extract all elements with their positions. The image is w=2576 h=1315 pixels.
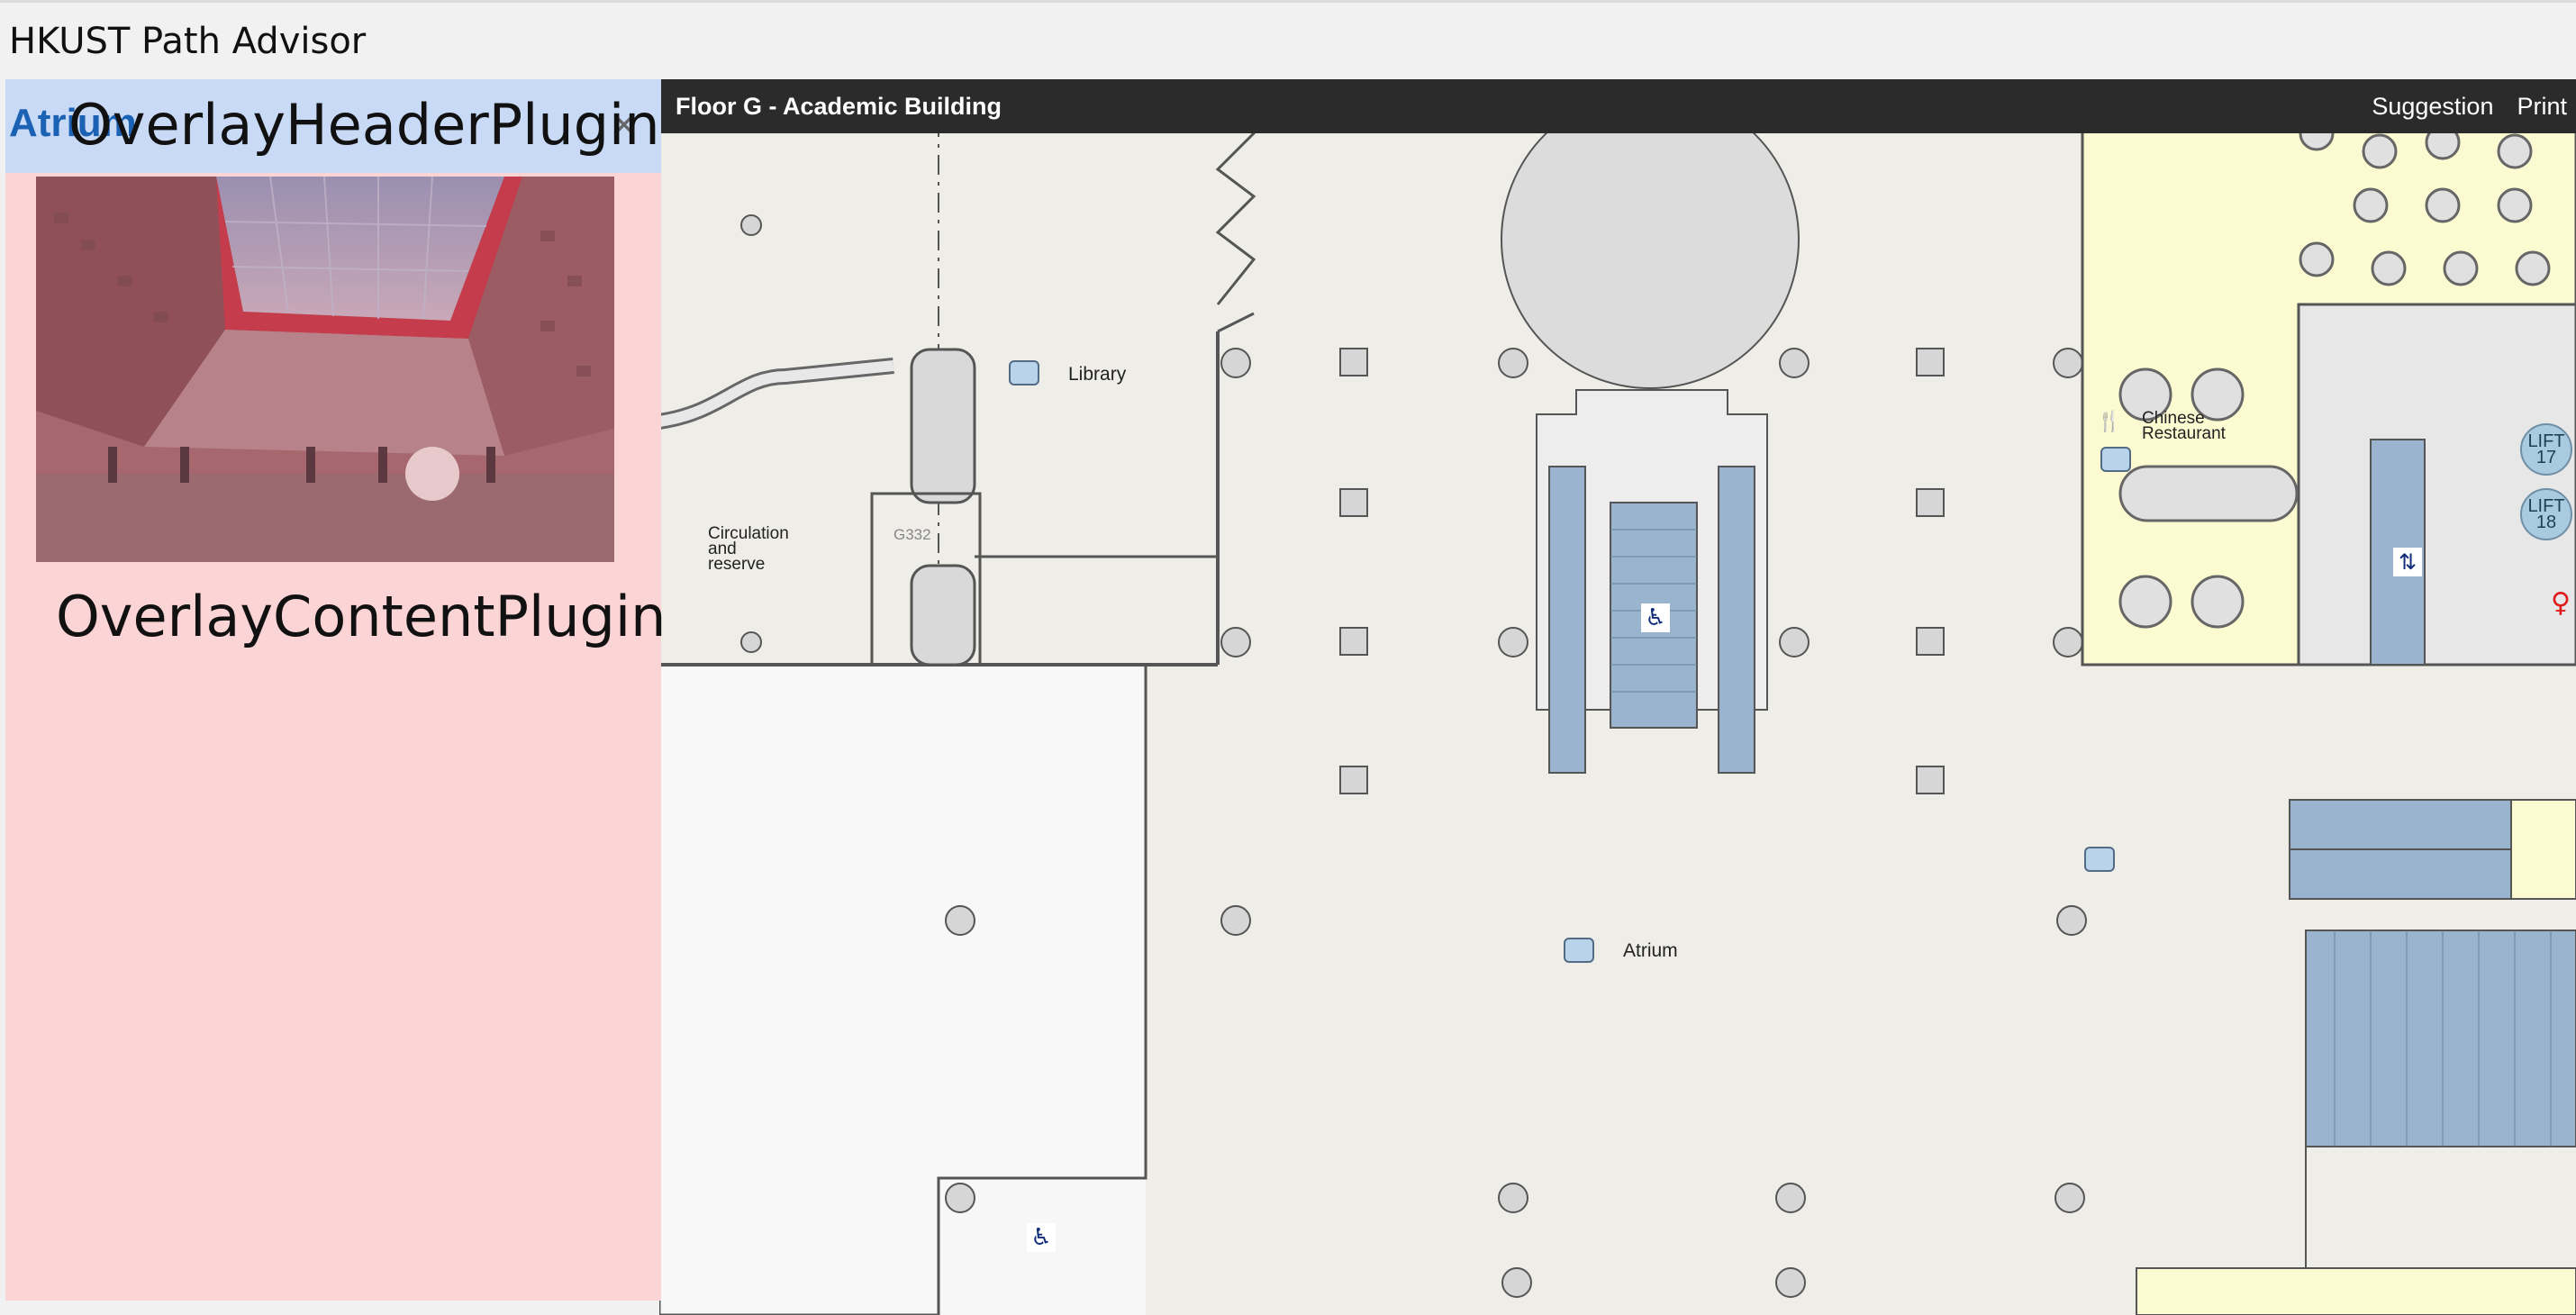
overlay-panel: Atrium × OverlayHeaderPlugin OverlayCont… xyxy=(5,79,666,1301)
escalator-icon: ♿ xyxy=(1027,1223,1056,1252)
camera-icon[interactable] xyxy=(2100,447,2131,472)
overlay-header: Atrium × OverlayHeaderPlugin xyxy=(5,79,661,173)
suggestion-link[interactable]: Suggestion xyxy=(2372,79,2493,133)
camera-icon[interactable] xyxy=(1009,360,1039,385)
floor-plan-drawing xyxy=(659,79,2576,1315)
camera-icon[interactable] xyxy=(2084,847,2115,872)
restroom-icon: ♀ xyxy=(2551,587,2571,619)
floor-title: Floor G - Academic Building xyxy=(676,93,1002,120)
label-chinese-restaurant: Chinese Restaurant xyxy=(2142,409,2226,443)
lift-icon: ⇅ xyxy=(2393,548,2422,576)
label-atrium: Atrium xyxy=(1623,940,1678,961)
lift-18-badge[interactable]: LIFT 18 xyxy=(2520,488,2572,540)
escalator-icon: ♿ xyxy=(1641,603,1670,632)
label-library: Library xyxy=(1068,364,1127,385)
map-actions: Suggestion Print xyxy=(2372,79,2567,133)
label-room-g332: G332 xyxy=(893,526,931,543)
restaurant-icon: 🍴 xyxy=(2097,411,2122,433)
atrium-photo xyxy=(36,177,614,562)
floor-map[interactable]: ♿ ♿ ⇅ ♀ 🍴 Library Circulation and reserv… xyxy=(659,79,2576,1315)
lift-17-badge[interactable]: LIFT 17 xyxy=(2520,423,2572,476)
overlay-content-plugin: OverlayContentPlugin xyxy=(56,584,667,649)
window-top-border xyxy=(0,0,2576,3)
overlay-header-plugin: OverlayHeaderPlugin xyxy=(68,92,660,158)
print-link[interactable]: Print xyxy=(2517,79,2567,133)
camera-icon[interactable] xyxy=(1564,938,1594,963)
label-circulation-reserve: Circulation and reserve xyxy=(708,524,789,574)
atrium-photo-image xyxy=(36,177,614,562)
app-title: HKUST Path Advisor xyxy=(9,21,367,62)
map-header-bar: Floor G - Academic Building Suggestion P… xyxy=(659,79,2576,133)
